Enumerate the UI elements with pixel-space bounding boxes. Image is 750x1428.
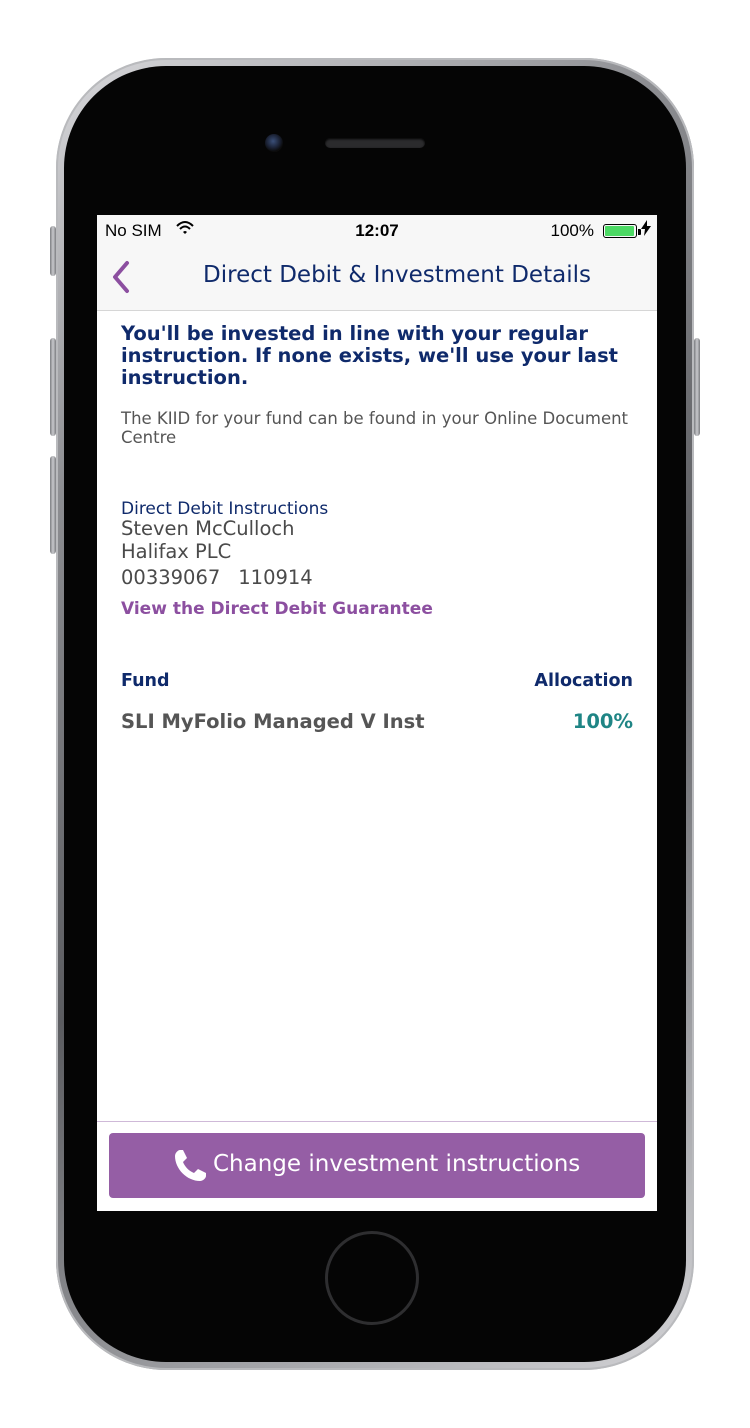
- account-number: 00339067: [121, 566, 221, 589]
- chevron-left-icon: [107, 261, 137, 301]
- sort-code: 110914: [238, 566, 313, 589]
- kiid-note: The KIID for your fund can be found in y…: [121, 409, 629, 447]
- bank-details: 00339067 110914: [121, 567, 313, 589]
- volume-down-button: [50, 456, 56, 554]
- page-title: Direct Debit & Investment Details: [203, 262, 591, 288]
- phone-icon: [171, 1147, 209, 1185]
- app-screen: No SIM 12:07 100% Direct Debit & Investm…: [97, 215, 657, 1211]
- volume-up-button: [50, 338, 56, 436]
- bottom-divider: [97, 1121, 657, 1122]
- battery-percent: 100%: [550, 221, 594, 240]
- mute-switch: [50, 226, 56, 276]
- status-bar: No SIM 12:07 100%: [97, 215, 657, 245]
- navigation-bar: Direct Debit & Investment Details: [97, 245, 657, 311]
- allocation-column-header: Allocation: [534, 671, 633, 691]
- battery-icon: [603, 224, 637, 238]
- change-investment-instructions-button[interactable]: Change investment instructions: [109, 1133, 645, 1198]
- bolt-icon: [641, 220, 651, 239]
- home-button[interactable]: [325, 1231, 419, 1325]
- bank-name: Halifax PLC: [121, 540, 232, 563]
- fund-allocation: 100%: [572, 710, 633, 733]
- back-button[interactable]: [107, 257, 137, 297]
- fund-column-header: Fund: [121, 671, 170, 691]
- earpiece-speaker: [325, 138, 425, 148]
- front-camera: [265, 134, 283, 152]
- battery-fill: [605, 226, 634, 236]
- investment-headline: You'll be invested in line with your reg…: [121, 322, 618, 389]
- direct-debit-label: Direct Debit Instructions: [121, 499, 329, 519]
- power-button: [694, 338, 700, 436]
- cta-label: Change investment instructions: [213, 1151, 581, 1177]
- fund-name: SLI MyFolio Managed V Inst: [121, 710, 425, 733]
- direct-debit-guarantee-link[interactable]: View the Direct Debit Guarantee: [121, 599, 433, 619]
- account-holder-name: Steven McCulloch: [121, 517, 295, 540]
